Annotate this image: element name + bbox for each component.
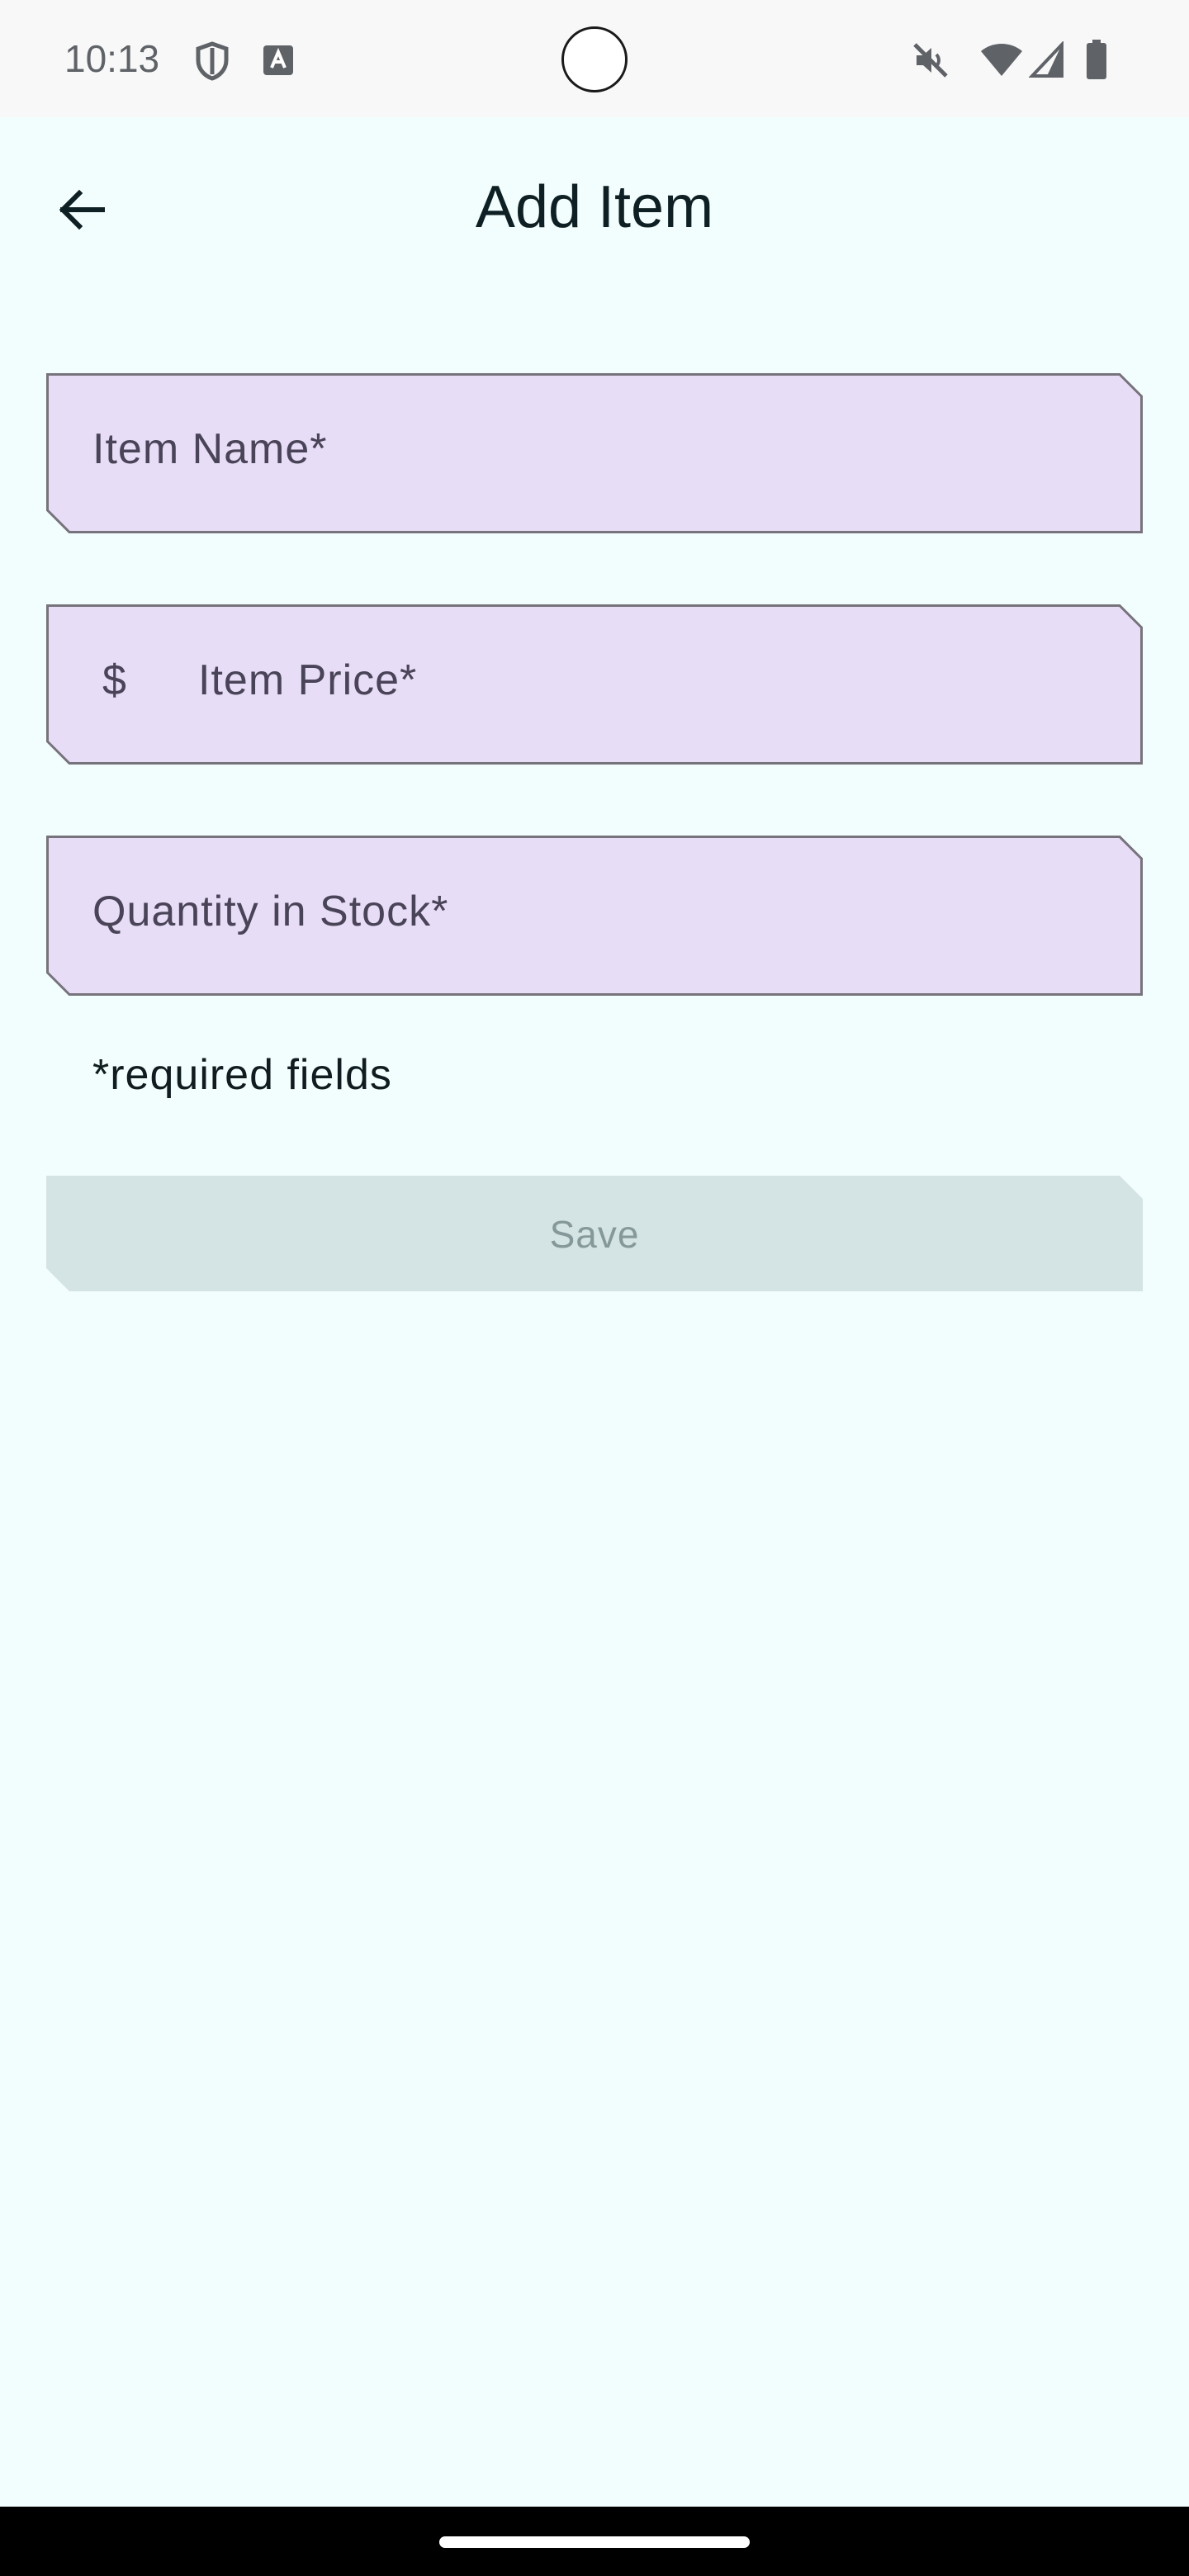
currency-prefix: $ xyxy=(102,656,126,704)
top-app-bar: Add Item xyxy=(0,117,1189,307)
item-price-label: Item Price* xyxy=(198,656,418,704)
item-name-label: Item Name* xyxy=(92,425,328,473)
quantity-label: Quantity in Stock* xyxy=(92,888,449,935)
navigation-bar xyxy=(0,2507,1189,2576)
signal-icon xyxy=(1028,40,1065,83)
item-price-field[interactable]: $ Item Price* xyxy=(46,604,1143,765)
quantity-field[interactable]: Quantity in Stock* xyxy=(46,836,1143,996)
page-title: Add Item xyxy=(475,174,714,240)
wifi-icon xyxy=(979,41,1024,82)
required-fields-note: *required fields xyxy=(92,1051,392,1099)
status-bar: 10:13 xyxy=(0,0,1189,117)
battery-icon xyxy=(1085,40,1108,85)
item-name-field[interactable]: Item Name* xyxy=(46,373,1143,533)
save-button[interactable]: Save xyxy=(46,1176,1143,1291)
mute-icon xyxy=(912,41,950,83)
camera-cutout xyxy=(561,26,628,92)
shield-icon xyxy=(195,41,230,85)
font-icon xyxy=(263,45,294,80)
save-button-label: Save xyxy=(549,1213,640,1256)
home-indicator[interactable] xyxy=(439,2536,750,2548)
status-time: 10:13 xyxy=(64,37,160,80)
